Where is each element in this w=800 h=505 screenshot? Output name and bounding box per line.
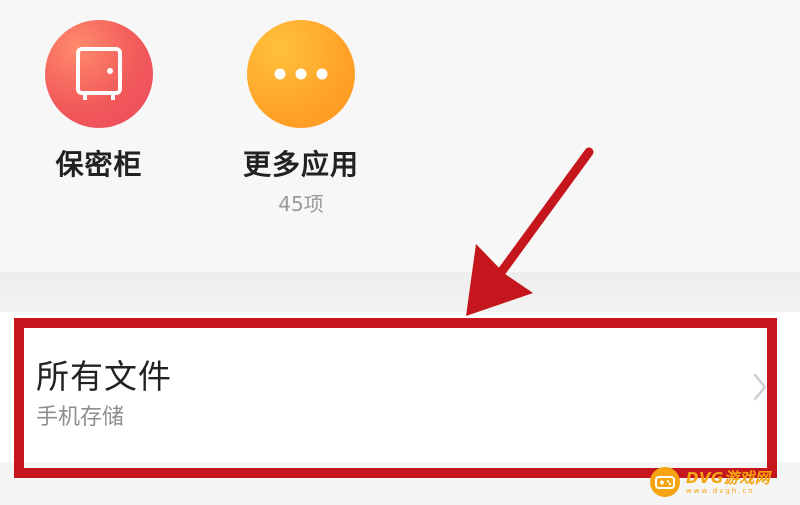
- all-files-title: 所有文件: [36, 357, 172, 396]
- watermark-text: DVG游戏网: [686, 469, 771, 487]
- app-tile-more-apps[interactable]: 更多应用 45项: [221, 20, 381, 216]
- more-dots-icon: [247, 20, 355, 128]
- all-files-row[interactable]: 所有文件 手机存储: [0, 312, 800, 462]
- watermark: DVG游戏网 www.dvgh.cn: [650, 462, 800, 502]
- chevron-right-icon: [753, 373, 767, 401]
- app-count: 45项: [278, 192, 324, 216]
- apps-panel: 保密柜 更多应用 45项: [0, 0, 800, 272]
- safe-icon: [45, 20, 153, 128]
- gamepad-icon: [650, 467, 680, 497]
- app-tile-safe[interactable]: 保密柜: [19, 20, 179, 182]
- watermark-url: www.dvgh.cn: [686, 487, 755, 495]
- app-label: 保密柜: [55, 148, 143, 181]
- app-label: 更多应用: [242, 148, 359, 181]
- section-separator: [0, 272, 800, 312]
- all-files-subtitle: 手机存储: [36, 405, 125, 430]
